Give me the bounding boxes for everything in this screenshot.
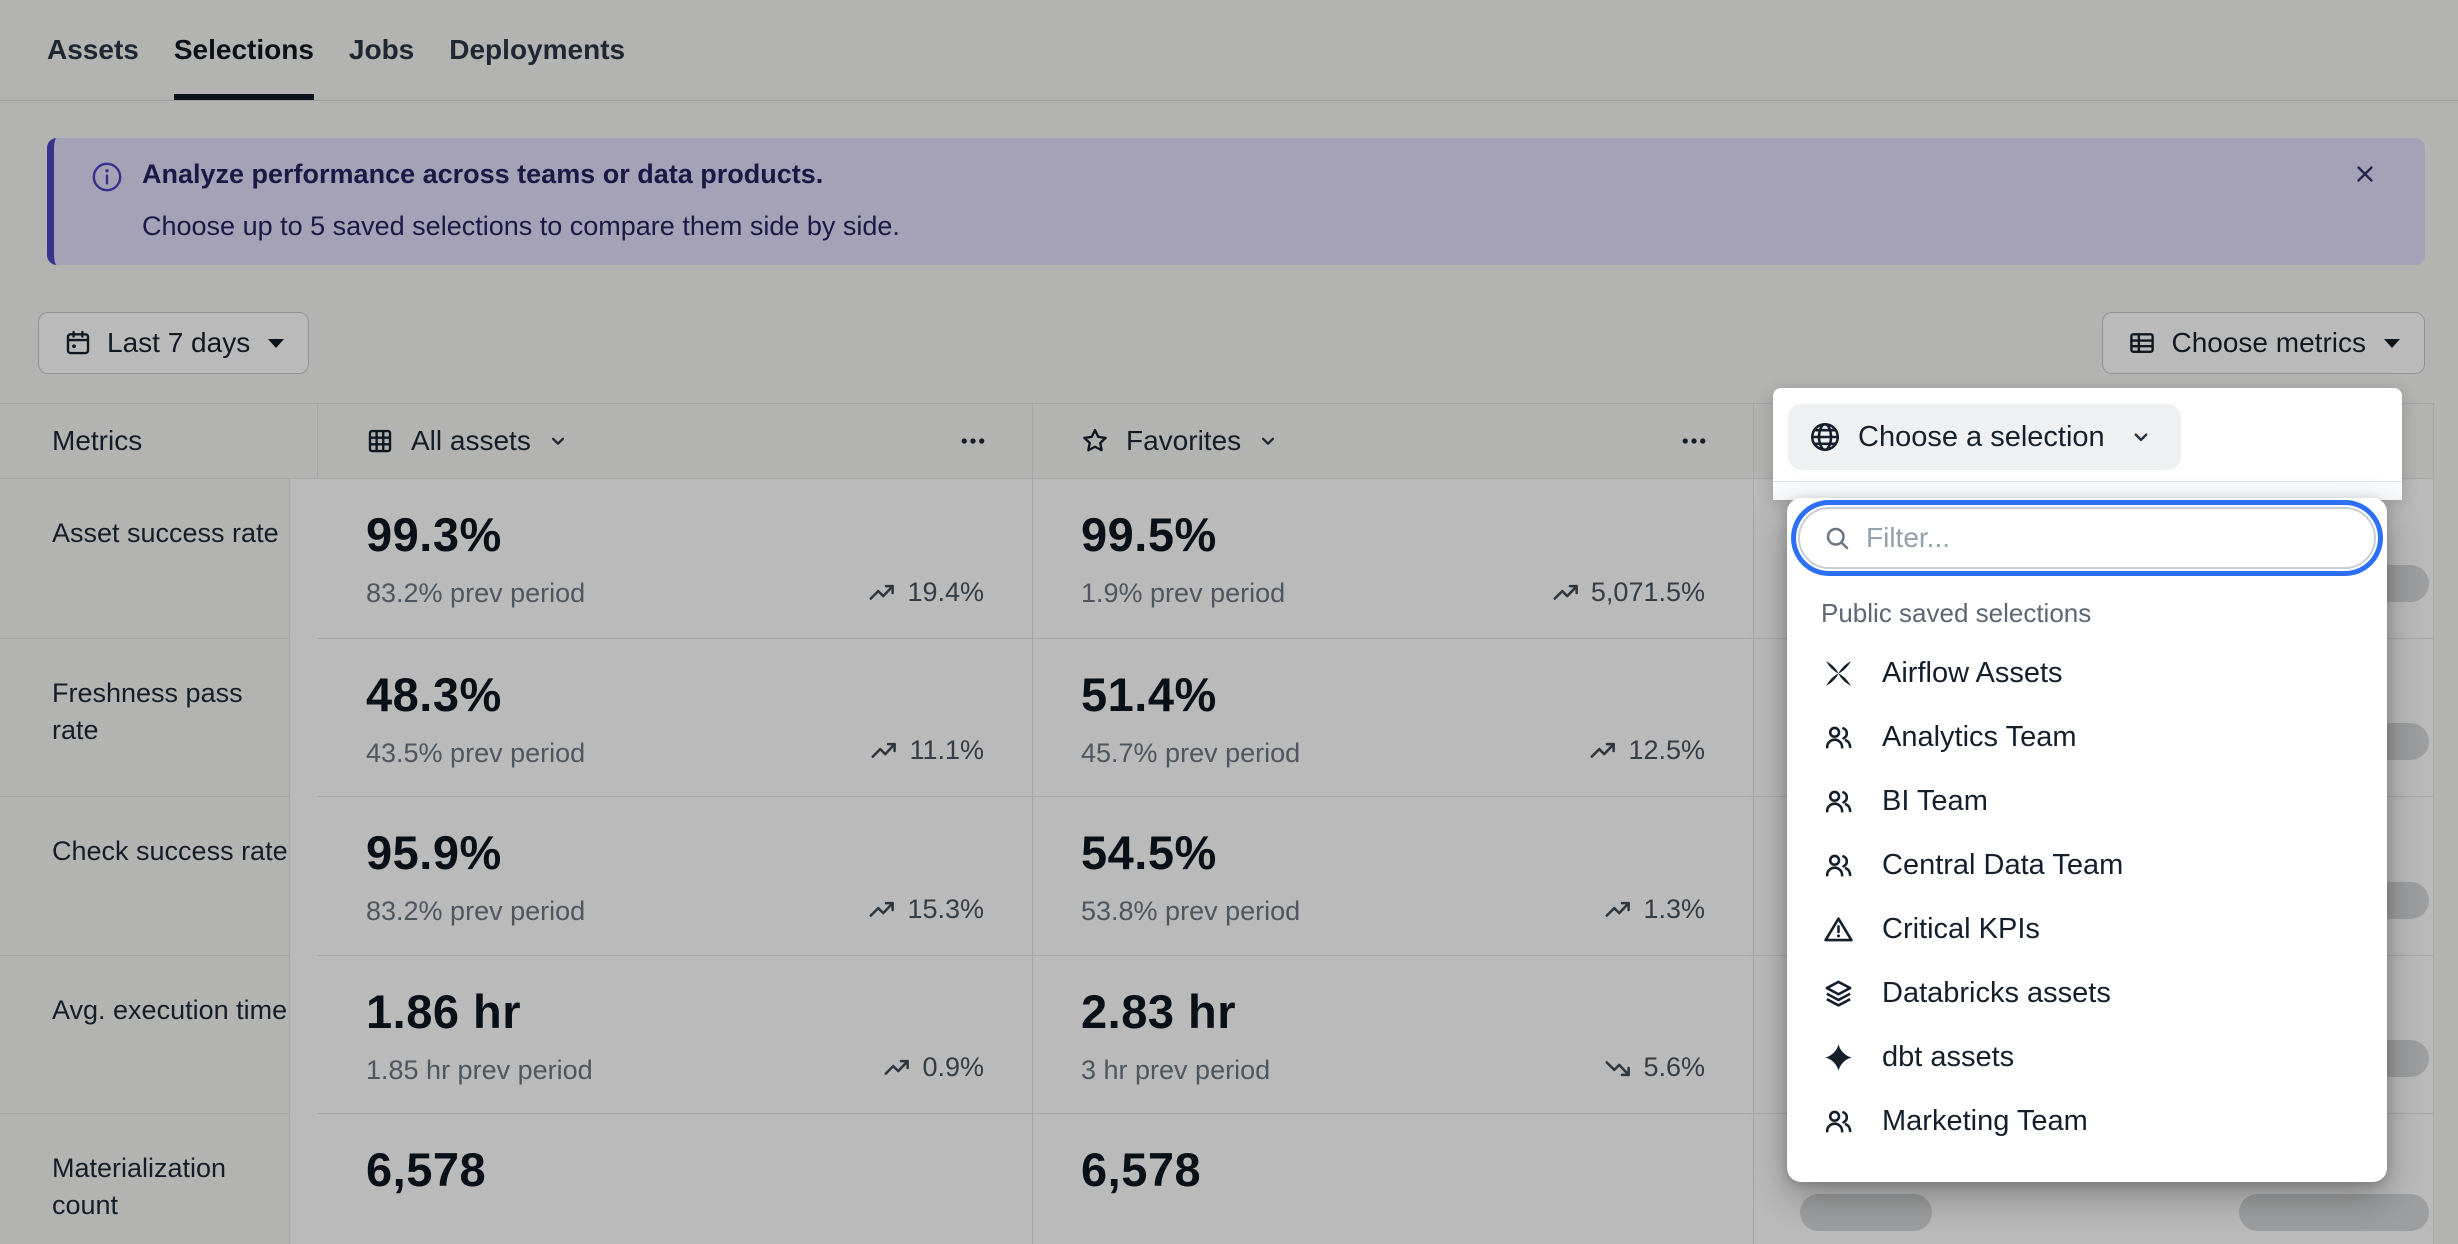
selection-item-label: Airflow Assets xyxy=(1882,657,2063,690)
dbt-icon xyxy=(1823,1042,1854,1073)
selection-item-analytics-team[interactable]: Analytics Team xyxy=(1797,705,2377,769)
selection-list: Airflow Assets Analytics Team BI Team Ce… xyxy=(1797,641,2377,1153)
selection-item-databricks-assets[interactable]: Databricks assets xyxy=(1797,961,2377,1025)
selection-item-label: Critical KPIs xyxy=(1882,913,2040,946)
selection-item-label: Central Data Team xyxy=(1882,849,2123,882)
selection-item-label: BI Team xyxy=(1882,785,1988,818)
selection-popover: Public saved selections Airflow Assets A… xyxy=(1787,498,2387,1182)
selection-item-central-data-team[interactable]: Central Data Team xyxy=(1797,833,2377,897)
globe-icon xyxy=(1808,420,1842,454)
app-window: Assets Selections Jobs Deployments Analy… xyxy=(0,0,2458,1244)
selection-item-marketing-team[interactable]: Marketing Team xyxy=(1797,1089,2377,1153)
selection-item-label: Databricks assets xyxy=(1882,977,2111,1010)
team-icon xyxy=(1823,786,1854,817)
choose-selection-dropdown[interactable]: Choose a selection xyxy=(1788,404,2181,470)
team-icon xyxy=(1823,722,1854,753)
chevron-down-icon xyxy=(2127,423,2155,451)
selection-item-airflow-assets[interactable]: Airflow Assets xyxy=(1797,641,2377,705)
airflow-icon xyxy=(1823,658,1854,689)
filter-field[interactable] xyxy=(1798,507,2376,569)
selection-item-label: Analytics Team xyxy=(1882,721,2077,754)
group-label: Public saved selections xyxy=(1821,598,2091,629)
team-icon xyxy=(1823,1106,1854,1137)
layers-icon xyxy=(1823,978,1854,1009)
team-icon xyxy=(1823,850,1854,881)
selection-item-critical-kpis[interactable]: Critical KPIs xyxy=(1797,897,2377,961)
selection-item-bi-team[interactable]: BI Team xyxy=(1797,769,2377,833)
search-icon xyxy=(1822,523,1852,553)
warning-icon xyxy=(1823,914,1854,945)
choose-selection-label: Choose a selection xyxy=(1858,421,2105,454)
selection-column-popup: Choose a selection xyxy=(1773,388,2402,500)
selection-item-label: Marketing Team xyxy=(1882,1105,2088,1138)
filter-input[interactable] xyxy=(1866,522,2350,554)
selection-item-label: dbt assets xyxy=(1882,1041,2014,1074)
selection-item-dbt-assets[interactable]: dbt assets xyxy=(1797,1025,2377,1089)
